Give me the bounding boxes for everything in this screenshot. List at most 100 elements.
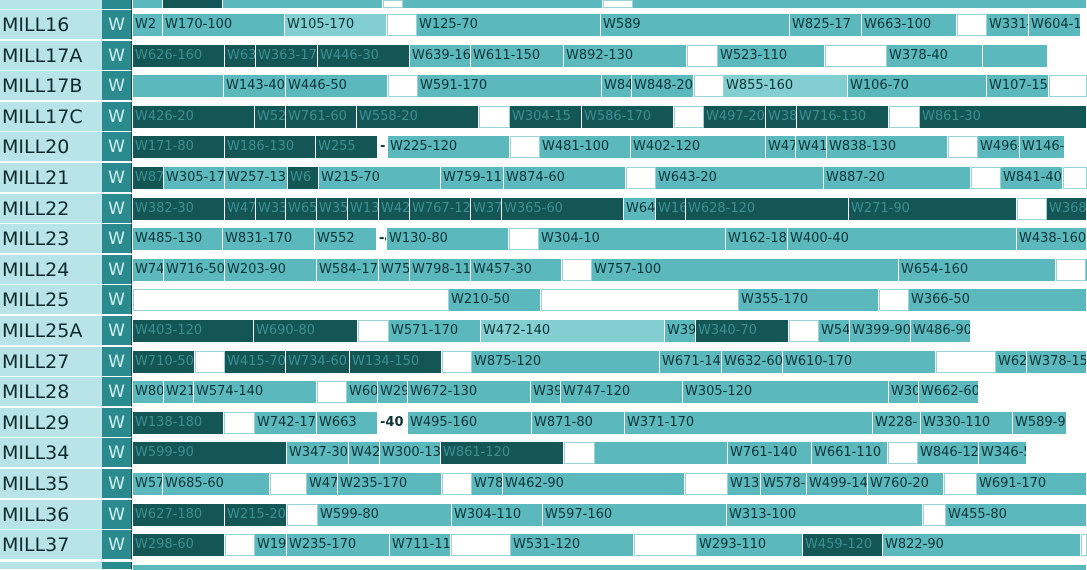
schedule-block[interactable]: W84 [602,75,632,98]
schedule-block[interactable]: W457-30 [471,258,562,281]
schedule-block[interactable]: W822-90 [883,534,1081,557]
schedule-block[interactable]: W589-90 [1013,411,1067,434]
schedule-block[interactable] [789,320,819,342]
schedule-block[interactable] [195,350,225,373]
schedule-block[interactable]: W21 [164,381,194,404]
schedule-block[interactable]: W586-170 [582,105,674,128]
schedule-block[interactable]: W603 [347,381,378,404]
schedule-block[interactable]: W400-40 [788,228,1017,251]
schedule-block[interactable]: W298-60 [133,534,225,557]
schedule-block[interactable]: W861-30 [920,105,1087,128]
schedule-block[interactable]: W654-160 [899,258,1056,281]
schedule-block[interactable]: W710-50 [133,350,195,373]
schedule-block[interactable] [694,75,724,98]
schedule-block[interactable]: W80 [133,381,164,404]
schedule-block[interactable] [223,0,383,8]
schedule-block[interactable]: W171-80 [133,136,225,159]
schedule-block[interactable]: W146-3 [1020,136,1065,159]
schedule-block[interactable]: W186-130 [225,136,316,159]
schedule-block[interactable]: W742-17 [255,411,317,434]
mill-label[interactable]: MILL35 [0,469,102,499]
schedule-block[interactable]: W107-150 [987,75,1049,98]
schedule-block[interactable]: W331- [987,14,1029,36]
schedule-block[interactable]: W47 [225,197,256,220]
schedule-block[interactable]: W663-100 [862,14,957,36]
schedule-block[interactable]: W41 [796,136,827,159]
schedule-block[interactable]: W760-20 [868,473,944,495]
schedule-block[interactable]: W446-50 [286,75,388,98]
mill-label[interactable]: MILL23 [0,224,102,255]
schedule-block[interactable]: W481-100 [540,136,631,159]
schedule-block[interactable] [1056,258,1086,281]
mill-label[interactable]: MILL17C [0,101,102,132]
schedule-block[interactable] [957,14,987,36]
schedule-block[interactable]: W35 [317,197,348,220]
schedule-block[interactable]: W426-20 [133,105,255,128]
schedule-block[interactable] [133,565,1087,570]
schedule-block[interactable]: W446-30 [318,44,410,67]
schedule-block[interactable]: W415-70 [225,350,286,373]
schedule-block[interactable]: W136 [728,473,761,495]
mill-label[interactable]: MILL29 [0,407,102,438]
schedule-block[interactable]: W305-120 [683,381,889,404]
schedule-block[interactable]: W304-10 [539,228,726,251]
schedule-block[interactable]: W892-130 [564,44,687,67]
schedule-block[interactable]: W304-15 [510,105,582,128]
schedule-block[interactable]: W455-80 [946,503,1087,526]
schedule-block[interactable] [387,14,417,36]
schedule-block[interactable] [1081,534,1087,557]
schedule-block[interactable]: W691-170 [977,473,1087,495]
schedule-block[interactable]: W499-140 [807,473,868,495]
schedule-block[interactable]: W523-110 [718,44,825,67]
schedule-block[interactable]: W627-180 [133,503,225,526]
schedule-block[interactable] [971,167,1001,189]
schedule-block[interactable]: W552 [315,228,377,251]
schedule-block[interactable]: W371-170 [625,411,873,434]
schedule-block[interactable]: W761-60 [286,105,357,128]
schedule-block[interactable]: W848-20 [632,75,694,98]
schedule-block[interactable]: W874-60 [504,167,626,189]
schedule-block[interactable]: W628-120 [686,197,849,220]
schedule-block[interactable]: W365-60 [502,197,624,220]
schedule-block[interactable] [510,136,540,159]
schedule-block[interactable]: W74 [133,258,164,281]
schedule-block[interactable]: W685-60 [163,473,270,495]
mill-label[interactable]: MILL37 [0,530,102,561]
schedule-block[interactable] [479,105,510,128]
schedule-block[interactable]: W170-100 [163,14,285,36]
schedule-block[interactable]: W228- [873,411,921,434]
schedule-block[interactable] [674,105,704,128]
schedule-block[interactable]: W875-120 [472,350,660,373]
schedule-block[interactable]: W382-30 [133,197,225,220]
schedule-block[interactable]: -40 [377,228,387,251]
schedule-block[interactable]: W52 [255,105,286,128]
schedule-block[interactable]: W747-120 [561,381,683,404]
mill-label[interactable]: MILL25A [0,316,102,346]
schedule-block[interactable]: W591-170 [418,75,602,98]
schedule-block[interactable]: W403-120 [133,320,254,342]
schedule-block[interactable] [317,381,347,404]
schedule-block[interactable] [879,289,909,312]
schedule-block[interactable]: W340-70 [696,320,789,342]
mill-label[interactable]: MILL25 [0,285,102,316]
schedule-block[interactable]: W33 [256,197,286,220]
schedule-block[interactable]: W363-17 [256,44,318,67]
schedule-block[interactable] [562,258,592,281]
schedule-block[interactable] [825,44,887,67]
schedule-block[interactable]: W838-130 [827,136,948,159]
schedule-block[interactable]: W599-90 [133,442,287,465]
schedule-block[interactable]: W305-17 [164,167,225,189]
schedule-block[interactable] [633,0,1087,8]
schedule-block[interactable]: W459-120 [803,534,883,557]
schedule-block[interactable]: W759-11 [441,167,504,189]
mill-label[interactable]: MILL24 [0,254,102,285]
schedule-block[interactable]: W255 [316,136,378,159]
schedule-block[interactable] [541,289,739,312]
schedule-block[interactable]: W716-130 [797,105,889,128]
schedule-block[interactable] [133,75,224,98]
schedule-block[interactable]: W639-16 [410,44,471,67]
schedule-block[interactable]: W271-90 [849,197,1017,220]
schedule-block[interactable]: W304-110 [452,503,543,526]
schedule-block[interactable]: W548- [819,320,850,342]
schedule-block[interactable]: W663 [317,411,378,434]
